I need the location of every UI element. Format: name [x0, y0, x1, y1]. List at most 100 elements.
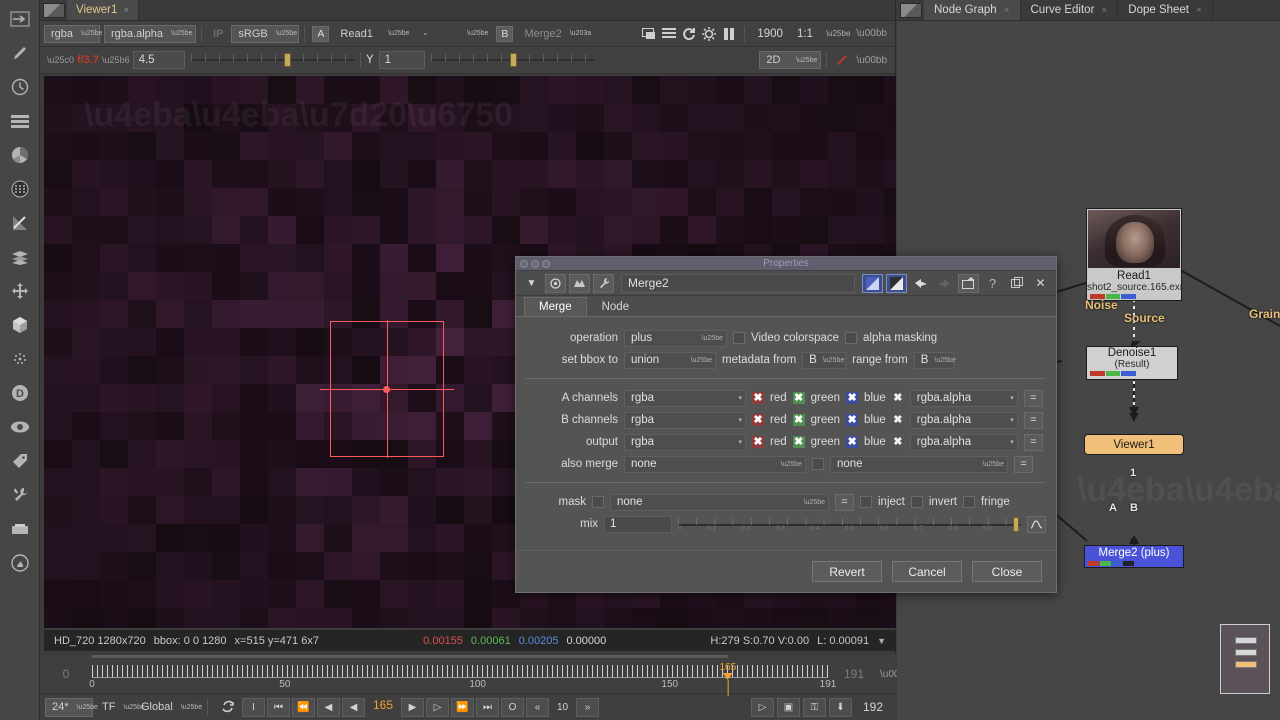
viewer-mode-select[interactable]: 2D \u25be — [759, 51, 822, 69]
step-size-field[interactable]: 10 — [551, 698, 574, 717]
node-read1[interactable]: Read1 shot2_source.165.exr — [1086, 208, 1183, 301]
current-frame-field[interactable]: 165 — [367, 698, 399, 717]
pen-icon[interactable] — [832, 51, 852, 69]
metadata-from-select[interactable]: B \u25be — [802, 351, 847, 369]
step-forward-button[interactable]: ▷ — [426, 697, 450, 717]
particles-icon[interactable] — [2, 342, 38, 376]
viewer-overflow-icon[interactable]: \u00bb — [856, 28, 891, 39]
fps-select[interactable]: 24* \u25be — [45, 697, 98, 717]
properties-titlebar[interactable]: Properties — [516, 257, 1056, 271]
inject-checkbox[interactable] — [860, 496, 872, 508]
channel-icon[interactable] — [2, 104, 38, 138]
list-icon[interactable] — [659, 25, 679, 43]
transform-icon[interactable] — [2, 2, 38, 36]
channel-alpha-select-0[interactable]: rgba.alpha ▾ — [909, 389, 1018, 407]
float-icon[interactable] — [1006, 274, 1027, 293]
sync-icon[interactable] — [216, 698, 239, 717]
mask-animation-button[interactable]: = — [835, 493, 854, 511]
properties-node-name-field[interactable]: Merge2 — [621, 273, 855, 293]
channel-blue-checkbox-0[interactable]: ✖ — [846, 392, 859, 404]
mask-enable-checkbox[interactable] — [592, 496, 604, 508]
channel-animation-button-2[interactable]: = — [1023, 433, 1043, 451]
viewer-zoom-ratio[interactable]: 1:1 — [790, 28, 820, 40]
viewer-input-b-select[interactable]: Merge2 \u203a — [518, 25, 592, 43]
paint-icon[interactable] — [2, 36, 38, 70]
revert-button[interactable]: Revert — [812, 561, 882, 582]
viewer-colorspace-select[interactable]: sRGB \u25be — [231, 24, 300, 43]
mix-curve-button[interactable] — [1027, 515, 1046, 533]
gamma-value-field[interactable]: 1 — [378, 51, 425, 69]
status-menu-icon[interactable]: ▼ — [877, 636, 886, 646]
views-icon[interactable] — [2, 410, 38, 444]
also-merge-checkbox[interactable] — [812, 458, 824, 470]
channel-animation-button-0[interactable]: = — [1023, 389, 1043, 407]
gain-increase-icon[interactable]: \u25b6 — [99, 55, 133, 65]
channel-row-0-select[interactable]: rgba ▾ — [624, 389, 746, 407]
also-merge-animation-button[interactable]: = — [1014, 455, 1033, 473]
help-icon[interactable]: ? — [982, 274, 1003, 293]
viewer-alpha-channel-select[interactable]: rgba.alpha \u25be — [104, 24, 196, 43]
tab-viewer1-close-icon[interactable]: × — [123, 5, 129, 16]
channel-red-checkbox-1[interactable]: ✖ — [752, 414, 764, 426]
lock-range-icon[interactable]: ⚿ — [802, 697, 826, 717]
invert-checkbox[interactable] — [910, 496, 923, 508]
gain-decrease-icon[interactable]: \u25c0 — [44, 55, 77, 65]
wrench-icon[interactable] — [593, 273, 614, 293]
tab-dope-sheet-close-icon[interactable]: × — [1196, 5, 1202, 16]
ip-toggle-icon[interactable]: IP — [207, 28, 229, 40]
color-swatch-a-icon[interactable] — [862, 273, 883, 293]
timeline-overflow-icon[interactable]: \u00bb — [880, 669, 911, 680]
time-icon[interactable] — [2, 70, 38, 104]
furnace-icon[interactable] — [2, 546, 38, 580]
timeline-ruler[interactable]: 0 50 100 150 191 165 — [89, 655, 836, 696]
transform-move-icon[interactable] — [2, 274, 38, 308]
node-merge2[interactable]: Merge2 (plus) — [1084, 545, 1184, 568]
tab-viewer1[interactable]: Viewer1 × — [67, 0, 140, 20]
viewer-input-a-select[interactable]: Read1 \u25be — [334, 25, 412, 43]
viewer-input-mid-select[interactable]: - \u25be — [417, 25, 491, 43]
3d-icon[interactable] — [2, 308, 38, 342]
play-backward-button[interactable]: ◀ — [342, 697, 365, 717]
operation-select[interactable]: plus \u25be — [624, 329, 727, 347]
step-fwd-10-button[interactable]: » — [576, 697, 600, 717]
viewer-channels-select[interactable]: rgba \u25be — [44, 24, 102, 43]
mask-icon[interactable] — [569, 273, 590, 293]
channel-red-checkbox-0[interactable]: ✖ — [752, 392, 764, 404]
channel-green-checkbox-1[interactable]: ✖ — [792, 414, 805, 426]
tab-merge[interactable]: Merge — [524, 297, 587, 316]
loop-button[interactable]: O — [501, 697, 525, 717]
channel-alpha-checkbox-1[interactable]: ✖ — [892, 414, 904, 426]
channel-blue-checkbox-2[interactable]: ✖ — [846, 436, 859, 448]
play-forward-button[interactable]: ▶ — [401, 697, 425, 717]
channel-red-checkbox-2[interactable]: ✖ — [752, 436, 764, 448]
channel-green-checkbox-2[interactable]: ✖ — [792, 436, 805, 448]
timeline-playhead[interactable]: 165 — [719, 663, 736, 696]
also-merge-select[interactable]: none \u25be — [624, 455, 806, 473]
tab-dope-sheet[interactable]: Dope Sheet × — [1118, 0, 1213, 20]
close-icon[interactable]: ✕ — [1030, 274, 1051, 293]
gain-slider[interactable] — [190, 51, 355, 69]
revert-icon[interactable] — [958, 273, 979, 293]
scope-select[interactable]: Global \u25be — [135, 698, 202, 716]
pause-icon[interactable] — [719, 25, 739, 43]
channel-row-2-select[interactable]: rgba ▾ — [624, 433, 746, 451]
mix-slider[interactable]: 0 0.1 0.2 0.3 0.4 0.5 0.6 0.7 0.8 0.9 1 — [678, 516, 1021, 533]
mix-value-field[interactable]: 1 — [604, 515, 672, 533]
mask-select[interactable]: none \u25be — [610, 493, 829, 511]
prev-keyframe-button[interactable]: ⏪ — [292, 697, 315, 717]
channel-alpha-select-2[interactable]: rgba.alpha ▾ — [909, 433, 1018, 451]
channel-row-1-select[interactable]: rgba ▾ — [624, 411, 746, 429]
keyframe-icon[interactable]: ⬇ — [828, 697, 852, 717]
tab-node[interactable]: Node — [586, 297, 645, 316]
properties-dialog[interactable]: Properties ▼ Merge2 ? ✕ Merge Node opera… — [515, 256, 1057, 593]
also-merge-select-2[interactable]: none \u25be — [830, 455, 1008, 473]
tab-node-graph[interactable]: Node Graph × — [924, 0, 1021, 20]
node-graph-minimap[interactable] — [1220, 624, 1270, 694]
channel-alpha-select-1[interactable]: rgba.alpha ▾ — [909, 411, 1018, 429]
channel-green-checkbox-0[interactable]: ✖ — [792, 392, 805, 404]
gate-icon[interactable] — [699, 25, 719, 43]
viewer-row2-overflow-icon[interactable]: \u00bb — [852, 55, 891, 66]
close-button[interactable]: Close — [972, 561, 1042, 582]
cancel-button[interactable]: Cancel — [892, 561, 962, 582]
metadata-icon[interactable] — [2, 444, 38, 478]
